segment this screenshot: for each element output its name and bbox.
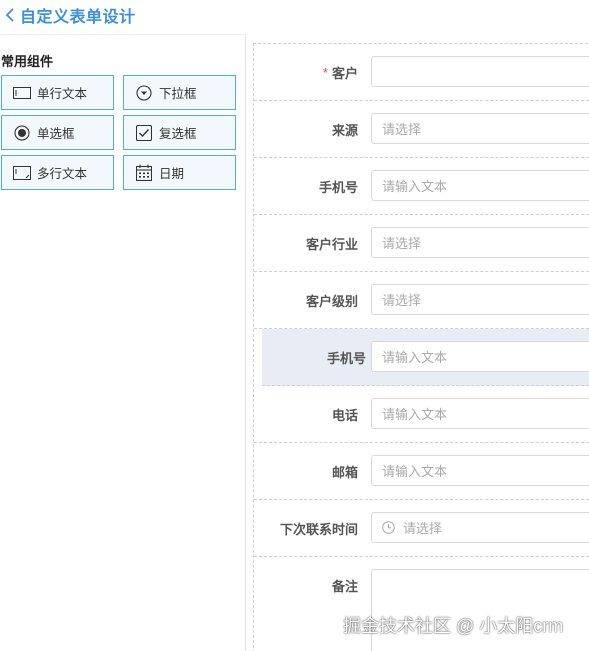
multi-line-text-icon bbox=[13, 164, 31, 182]
form-row-next-contact[interactable]: 下次联系时间 请选择 bbox=[254, 500, 589, 557]
form-row-email[interactable]: 邮箱 请输入文本 bbox=[254, 443, 589, 500]
group-title: 常用组件 bbox=[1, 54, 54, 69]
calendar-icon bbox=[135, 164, 153, 182]
component-label: 复选框 bbox=[159, 127, 197, 141]
form-row-source[interactable]: 来源 请选择 bbox=[254, 101, 589, 158]
form-row-industry[interactable]: 客户行业 请选择 bbox=[254, 215, 589, 272]
component-panel: 常用组件 单行文本 下拉框 单选框 复选框 多行文本 日期 bbox=[0, 35, 246, 651]
field-label: * 客户 bbox=[322, 64, 358, 81]
form-row-mobile[interactable]: 手机号 请输入文本 bbox=[254, 158, 589, 215]
field-label: 手机号 bbox=[326, 350, 366, 366]
field-label: 备注 bbox=[331, 579, 358, 594]
email-input[interactable]: 请输入文本 bbox=[371, 455, 589, 486]
component-label: 日期 bbox=[159, 167, 185, 181]
component-single-line-text[interactable]: 单行文本 bbox=[1, 75, 114, 110]
mobile-input[interactable]: 请输入文本 bbox=[371, 170, 589, 201]
form-row-level[interactable]: 客户级别 请选择 bbox=[254, 272, 589, 329]
component-dropdown[interactable]: 下拉框 bbox=[123, 75, 236, 110]
component-label: 单选框 bbox=[37, 127, 75, 141]
top-bar: 自定义表单设计 bbox=[0, 0, 589, 30]
component-label: 单行文本 bbox=[37, 87, 88, 101]
mobile-input[interactable]: 请输入文本 bbox=[371, 341, 589, 372]
watermark: 掘金技术社区 @ 小太阳crm bbox=[343, 616, 564, 636]
radio-icon bbox=[13, 124, 31, 142]
component-label: 多行文本 bbox=[37, 167, 88, 181]
field-label: 邮箱 bbox=[331, 464, 358, 480]
component-multi-line-text[interactable]: 多行文本 bbox=[1, 155, 114, 190]
source-select[interactable]: 请选择 bbox=[371, 113, 589, 144]
level-select[interactable]: 请选择 bbox=[371, 284, 589, 315]
next-contact-date-picker[interactable]: 请选择 bbox=[371, 512, 589, 543]
field-label: 手机号 bbox=[318, 179, 358, 195]
phone-input[interactable]: 请输入文本 bbox=[371, 398, 589, 429]
remark-textarea[interactable] bbox=[371, 569, 589, 651]
date-placeholder: 请选择 bbox=[403, 521, 443, 536]
field-label: 电话 bbox=[331, 407, 358, 423]
form-canvas: * 客户 来源 请选择 手机号 请输入文本 客户行业 请选择 客户级别 请选择 手… bbox=[253, 43, 589, 651]
page-title: 自定义表单设计 bbox=[20, 9, 136, 26]
form-row-phone[interactable]: 电话 请输入文本 bbox=[254, 386, 589, 443]
panel-divider bbox=[245, 35, 246, 651]
component-checkbox[interactable]: 复选框 bbox=[123, 115, 236, 150]
dropdown-icon bbox=[135, 84, 153, 102]
field-label: 下次联系时间 bbox=[279, 521, 358, 537]
chevron-left-icon[interactable] bbox=[2, 5, 18, 25]
industry-select[interactable]: 请选择 bbox=[371, 227, 589, 258]
single-line-text-icon bbox=[13, 84, 31, 102]
form-row-mobile-selected[interactable]: 手机号 请输入文本 bbox=[262, 329, 589, 386]
component-date[interactable]: 日期 bbox=[123, 155, 236, 190]
form-row-customer[interactable]: * 客户 bbox=[254, 44, 589, 101]
field-label: 客户级别 bbox=[305, 293, 358, 309]
required-mark: * bbox=[322, 64, 328, 80]
component-radio[interactable]: 单选框 bbox=[1, 115, 114, 150]
field-label: 客户行业 bbox=[305, 236, 358, 252]
field-label: 来源 bbox=[331, 122, 358, 138]
checkbox-icon bbox=[135, 124, 153, 142]
customer-input[interactable] bbox=[371, 56, 589, 87]
clock-icon bbox=[382, 521, 395, 534]
component-label: 下拉框 bbox=[159, 87, 197, 101]
